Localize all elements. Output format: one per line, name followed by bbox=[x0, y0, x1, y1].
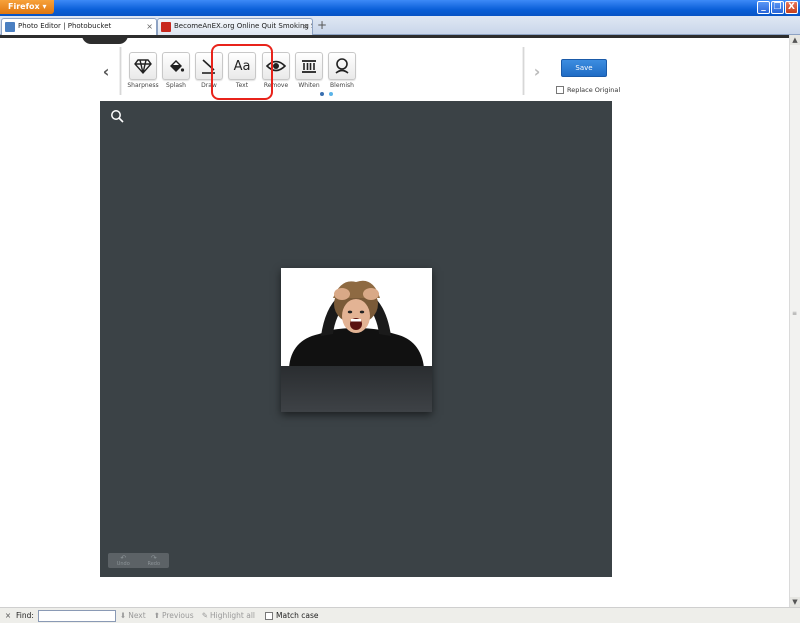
find-bar: × Find: ⬇ Next ⬆ Previous ✎ Highlight al… bbox=[0, 607, 800, 623]
tool-blemish[interactable]: Blemish bbox=[327, 52, 357, 89]
toolbar-prev-arrow[interactable]: ‹ bbox=[99, 62, 113, 84]
tab-label: BecomeAnEX.org Online Quit Smoking Su... bbox=[174, 22, 313, 30]
replace-original-checkbox[interactable] bbox=[556, 86, 564, 94]
header-decoration bbox=[82, 35, 128, 44]
minimize-icon: _ bbox=[761, 2, 766, 12]
find-previous-label: Previous bbox=[161, 611, 194, 620]
diamond-icon bbox=[134, 59, 152, 75]
match-case-label: Match case bbox=[276, 611, 319, 620]
tab-becomeanex[interactable]: BecomeAnEX.org Online Quit Smoking Su...… bbox=[157, 18, 313, 35]
photo-table-surface bbox=[281, 366, 432, 412]
tab-label: Photo Editor | Photobucket bbox=[18, 22, 112, 30]
arrow-down-icon: ⬇ bbox=[119, 611, 127, 620]
find-next-label: Next bbox=[128, 611, 146, 620]
page-dot-active[interactable] bbox=[320, 92, 324, 96]
toolbar-page-indicator bbox=[320, 92, 333, 96]
tab-photo-editor[interactable]: Photo Editor | Photobucket × bbox=[1, 18, 157, 35]
title-bar: Firefox ▾ _ ❐ X bbox=[0, 0, 800, 16]
photo-preview[interactable] bbox=[281, 268, 432, 412]
match-case-checkbox[interactable] bbox=[265, 611, 273, 620]
redo-button[interactable]: ↷ Redo bbox=[139, 553, 170, 568]
new-tab-button[interactable]: + bbox=[314, 18, 330, 34]
text-tool-highlight-annotation bbox=[211, 44, 273, 100]
find-input[interactable] bbox=[37, 609, 116, 622]
tab-close-icon[interactable]: × bbox=[146, 19, 153, 34]
toolbar-next-arrow[interactable]: › bbox=[530, 62, 544, 84]
find-next-button[interactable]: ⬇ Next bbox=[120, 611, 146, 620]
paint-bucket-icon bbox=[170, 60, 185, 72]
becomeanex-favicon-icon bbox=[161, 22, 171, 32]
restore-button[interactable]: ❐ bbox=[771, 1, 784, 14]
undo-redo-bar: ↶ Undo ↷ Redo bbox=[108, 553, 169, 568]
toolbar-divider-right bbox=[522, 47, 525, 95]
teeth-icon bbox=[302, 60, 316, 73]
window-controls: _ ❐ X bbox=[757, 1, 798, 14]
close-window-button[interactable]: X bbox=[785, 1, 798, 14]
minimize-button[interactable]: _ bbox=[757, 1, 770, 14]
page-dot[interactable] bbox=[329, 92, 333, 96]
restore-icon: ❐ bbox=[773, 2, 782, 12]
firefox-menu-button[interactable]: Firefox ▾ bbox=[0, 0, 54, 14]
redo-label: Redo bbox=[147, 561, 161, 567]
firefox-menu-label: Firefox bbox=[8, 2, 40, 11]
tool-label: Blemish bbox=[330, 82, 354, 89]
photobucket-favicon-icon bbox=[5, 22, 15, 32]
face-icon bbox=[335, 58, 349, 74]
highlighter-icon: ✎ bbox=[201, 611, 208, 620]
replace-original-label: Replace Original bbox=[567, 86, 621, 94]
zoom-icon[interactable] bbox=[110, 109, 124, 123]
photo-image bbox=[281, 268, 432, 368]
replace-original-option[interactable]: Replace Original bbox=[556, 86, 620, 94]
tab-strip: Photo Editor | Photobucket × BecomeAnEX.… bbox=[0, 16, 800, 35]
undo-label: Undo bbox=[116, 561, 130, 567]
undo-button[interactable]: ↶ Undo bbox=[108, 553, 139, 568]
vertical-scrollbar[interactable]: ▲ ≡ ▼ bbox=[789, 35, 800, 607]
find-label: Find: bbox=[16, 611, 34, 620]
scroll-grip-icon[interactable]: ≡ bbox=[792, 310, 797, 317]
editor-canvas[interactable]: ↶ Undo ↷ Redo bbox=[100, 101, 612, 577]
highlight-all-label: Highlight all bbox=[209, 611, 255, 620]
find-previous-button[interactable]: ⬆ Previous bbox=[154, 611, 194, 620]
chevron-left-icon: ‹ bbox=[102, 62, 110, 81]
arrow-up-icon: ⬆ bbox=[153, 611, 160, 620]
highlight-all-button[interactable]: ✎ Highlight all bbox=[202, 611, 255, 620]
tab-close-icon[interactable]: × bbox=[302, 19, 309, 34]
scroll-up-arrow-icon[interactable]: ▲ bbox=[790, 35, 800, 45]
save-button[interactable]: Save bbox=[561, 59, 607, 77]
match-case-option[interactable]: Match case bbox=[265, 611, 319, 620]
find-bar-close-icon[interactable]: × bbox=[0, 611, 16, 620]
plus-icon: + bbox=[316, 18, 328, 32]
close-icon: X bbox=[788, 2, 795, 12]
chevron-right-icon: › bbox=[533, 62, 541, 81]
scroll-down-arrow-icon[interactable]: ▼ bbox=[790, 597, 800, 607]
